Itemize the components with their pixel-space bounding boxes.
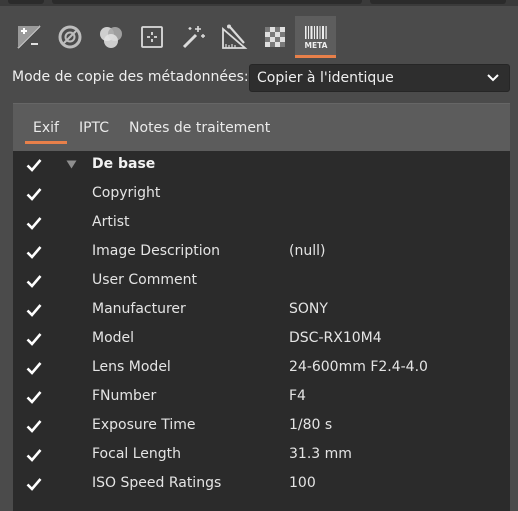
chevron-down-icon <box>487 74 499 82</box>
list-item: Artist <box>13 209 510 238</box>
list-item: Exposure Time 1/80 s <box>13 412 510 441</box>
list-item: Manufacturer SONY <box>13 296 510 325</box>
field-name: ISO Speed Ratings <box>92 475 222 491</box>
field-name: Manufacturer <box>92 301 186 317</box>
tab-iptc[interactable]: IPTC <box>69 114 119 144</box>
exposure-plus-minus-icon <box>16 25 41 49</box>
field-name: User Comment <box>92 272 197 288</box>
top-strip-segment <box>8 0 44 4</box>
lens-correction-icon <box>58 25 81 49</box>
checkmark-icon[interactable] <box>26 274 42 288</box>
color-circles-icon <box>99 27 122 48</box>
copy-mode-dropdown[interactable]: Copier à l'identique <box>249 64 510 92</box>
field-name: FNumber <box>92 388 157 404</box>
field-value: F4 <box>289 388 306 404</box>
checkmark-icon[interactable] <box>26 303 42 317</box>
meta-label: META <box>304 41 327 50</box>
list-item: ISO Speed Ratings 100 <box>13 470 510 499</box>
group-label: De base <box>92 156 156 172</box>
tool-magic-wand-button[interactable] <box>172 16 213 58</box>
field-value: 31.3 mm <box>289 446 352 462</box>
list-item: FNumber F4 <box>13 383 510 412</box>
tool-metadata-button[interactable]: META <box>295 16 336 58</box>
field-name: Artist <box>92 214 130 230</box>
field-name: Exposure Time <box>92 417 196 433</box>
field-value: SONY <box>289 301 328 317</box>
list-item: Model DSC-RX10M4 <box>13 325 510 354</box>
metadata-tabs: Exif IPTC Notes de traitement <box>23 114 280 144</box>
field-name: Image Description <box>92 243 221 259</box>
checkmark-icon[interactable] <box>26 187 42 201</box>
top-strip <box>0 0 518 6</box>
checkmark-icon[interactable] <box>26 390 42 404</box>
checkmark-icon[interactable] <box>26 477 42 491</box>
list-item: Lens Model 24-600mm F2.4-4.0 <box>13 354 510 383</box>
tab-exif[interactable]: Exif <box>23 114 69 144</box>
tool-color-button[interactable] <box>90 16 131 58</box>
top-strip-segment <box>370 0 506 4</box>
geometry-tools-icon <box>221 24 247 49</box>
top-strip-segment <box>52 0 362 4</box>
checkmark-icon[interactable] <box>26 245 42 259</box>
tool-exposure-button[interactable] <box>8 16 49 58</box>
field-name: Model <box>92 330 135 346</box>
metadata-list: De base Copyright Artist Image Description (… <box>13 151 510 511</box>
tool-lens-correction-button[interactable] <box>49 16 90 58</box>
crop-frame-icon <box>140 26 163 48</box>
tool-crop-button[interactable] <box>131 16 172 58</box>
metadata-barcode-icon: META <box>304 26 327 50</box>
field-value: 1/80 s <box>289 417 333 433</box>
checkmark-icon[interactable] <box>26 448 42 462</box>
checkmark-icon[interactable] <box>26 419 42 433</box>
copy-mode-label: Mode de copie des métadonnées: <box>12 69 249 85</box>
field-name: Focal Length <box>92 446 182 462</box>
group-row: De base <box>13 151 510 180</box>
field-value: 24-600mm F2.4-4.0 <box>289 359 428 375</box>
list-item: Copyright <box>13 180 510 209</box>
field-value: (null) <box>289 243 326 259</box>
tool-toolbar: META <box>8 16 336 58</box>
tool-detail-button[interactable] <box>254 16 295 58</box>
copy-mode-row: Mode de copie des métadonnées: Copier à … <box>12 64 510 94</box>
tool-geometry-button[interactable] <box>213 16 254 58</box>
checkerboard-icon <box>264 27 285 47</box>
field-name: Copyright <box>92 185 161 201</box>
checkmark-icon[interactable] <box>26 216 42 230</box>
expand-triangle-icon[interactable] <box>66 160 77 169</box>
list-item: Image Description (null) <box>13 238 510 267</box>
checkmark-icon[interactable] <box>26 158 42 172</box>
list-item: Focal Length 31.3 mm <box>13 441 510 470</box>
checkmark-icon[interactable] <box>26 332 42 346</box>
magic-wand-icon <box>182 26 205 49</box>
metadata-panel: Exif IPTC Notes de traitement De base Cop… <box>13 103 510 511</box>
checkmark-icon[interactable] <box>26 361 42 375</box>
copy-mode-value: Copier à l'identique <box>257 70 394 86</box>
field-value: 100 <box>289 475 316 491</box>
field-name: Lens Model <box>92 359 171 375</box>
list-item: User Comment <box>13 267 510 296</box>
field-value: DSC-RX10M4 <box>289 330 382 346</box>
tab-processing-notes[interactable]: Notes de traitement <box>119 114 280 144</box>
